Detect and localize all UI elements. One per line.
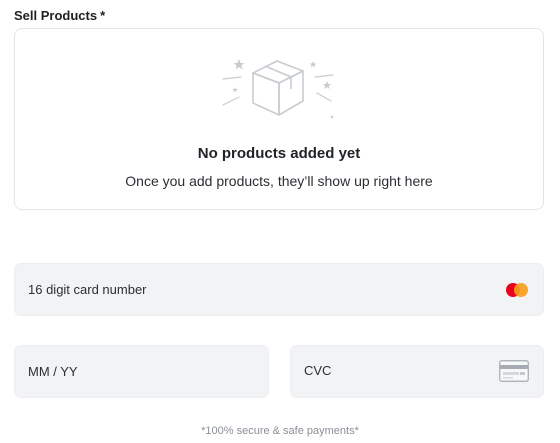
- cvc-input[interactable]: [304, 363, 499, 378]
- sell-products-label-text: Sell Products: [14, 8, 98, 23]
- sell-products-label: Sell Products *: [14, 8, 105, 23]
- mastercard-orange-circle: [514, 282, 528, 297]
- card-number-field[interactable]: [14, 263, 544, 316]
- secure-payments-note: *100% secure & safe payments*: [201, 425, 359, 437]
- card-number-input[interactable]: [28, 282, 506, 297]
- products-empty-state: No products added yet Once you add produ…: [14, 28, 544, 210]
- empty-box-illustration-icon: [222, 59, 334, 119]
- expiry-input[interactable]: [28, 364, 255, 379]
- empty-state-title: No products added yet: [197, 145, 361, 162]
- cvc-field[interactable]: [290, 345, 544, 398]
- expiry-field[interactable]: [14, 345, 269, 398]
- card-back-icon: [499, 360, 529, 382]
- required-mark: *: [100, 8, 106, 23]
- empty-state-subtitle: Once you add products, they’ll show up r…: [125, 173, 433, 189]
- mastercard-icon: [506, 282, 530, 298]
